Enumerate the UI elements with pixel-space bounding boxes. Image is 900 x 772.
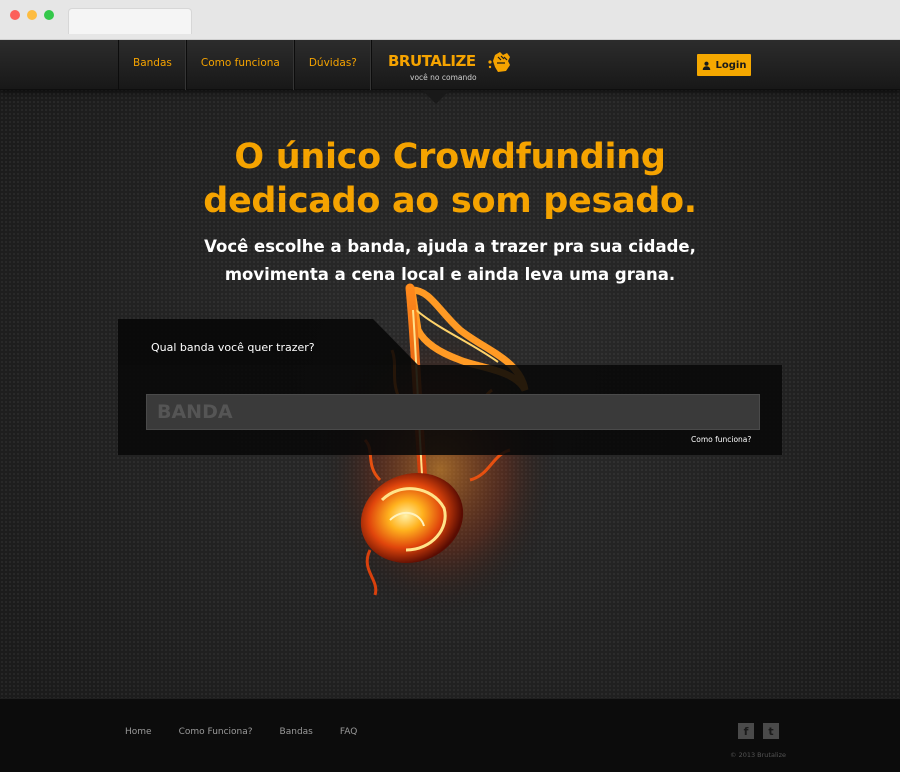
footer-link-faq[interactable]: FAQ xyxy=(340,727,357,737)
header-notch xyxy=(422,90,450,104)
nav-item-como-funciona[interactable]: Como funciona xyxy=(187,40,295,90)
footer-link-bandas[interactable]: Bandas xyxy=(280,727,313,737)
nav-item-duvidas[interactable]: Dúvidas? xyxy=(295,40,372,90)
site-logo[interactable]: BRUTALIZE você no comando xyxy=(388,48,518,84)
close-window-button[interactable] xyxy=(10,10,20,20)
browser-tab[interactable] xyxy=(68,8,192,34)
footer-link-como-funciona[interactable]: Como Funciona? xyxy=(179,727,253,737)
facebook-icon[interactable]: f xyxy=(738,723,754,739)
login-button[interactable]: Login xyxy=(697,54,751,76)
how-it-works-link[interactable]: Como funciona? xyxy=(691,435,751,444)
copyright: © 2013 Brutalize xyxy=(730,751,786,759)
site-footer: Home Como Funciona? Bandas FAQ f t © 201… xyxy=(0,698,900,772)
footer-link-home[interactable]: Home xyxy=(125,727,152,737)
twitter-icon[interactable]: t xyxy=(763,723,779,739)
logo-tagline: você no comando xyxy=(410,73,477,82)
site-header: Bandas Como funciona Dúvidas? BRUTALIZE … xyxy=(0,40,900,90)
logo-name: BRUTALIZE xyxy=(388,52,476,70)
hero-headline: O único Crowdfunding dedicado ao som pes… xyxy=(0,135,900,223)
headline-line-2: dedicado ao som pesado. xyxy=(203,181,697,221)
search-question: Qual banda você quer trazer? xyxy=(151,341,315,354)
headline-line-1: O único Crowdfunding xyxy=(234,137,666,177)
window-controls xyxy=(10,10,54,20)
user-icon xyxy=(702,61,710,70)
maximize-window-button[interactable] xyxy=(44,10,54,20)
footer-nav: Home Como Funciona? Bandas FAQ xyxy=(125,727,384,737)
page: Bandas Como funciona Dúvidas? BRUTALIZE … xyxy=(0,40,900,772)
fist-icon xyxy=(488,52,510,72)
main-nav: Bandas Como funciona Dúvidas? xyxy=(118,40,372,90)
minimize-window-button[interactable] xyxy=(27,10,37,20)
band-search-input[interactable] xyxy=(146,394,760,430)
nav-item-bandas[interactable]: Bandas xyxy=(119,40,187,90)
login-label: Login xyxy=(715,59,747,71)
social-links: f t xyxy=(738,723,779,739)
browser-chrome xyxy=(0,0,900,40)
